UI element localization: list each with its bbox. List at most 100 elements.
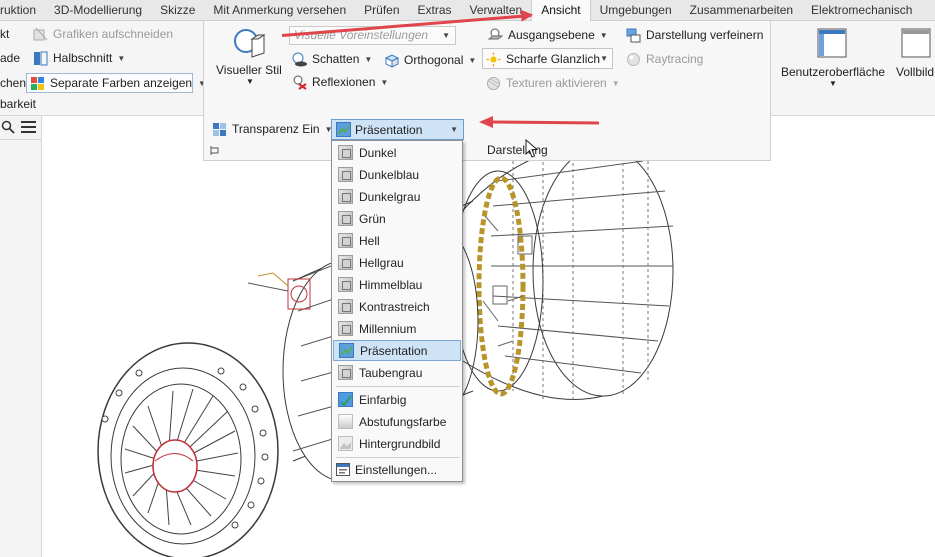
halbschnitt-label: Halbschnitt <box>53 51 113 65</box>
dropdown-item-abstufungsfarbe[interactable]: Abstufungsfarbe <box>333 411 461 432</box>
ribbon-item-ade[interactable]: ade <box>0 48 20 68</box>
dropdown-item-einfarbig[interactable]: Einfarbig <box>333 389 461 410</box>
dropdown-item-label: Abstufungsfarbe <box>359 414 447 429</box>
vollbild-button[interactable]: Vollbild <box>893 24 935 104</box>
tab-pruefen[interactable]: Prüfen <box>355 0 408 21</box>
benutzeroberflaeche-button[interactable]: Benutzeroberfläche ▼ <box>781 24 885 104</box>
tab-anmerkung[interactable]: Mit Anmerkung versehen <box>204 0 355 21</box>
dropdown-item-label: Dunkelblau <box>359 167 420 182</box>
orthogonal-label: Orthogonal <box>404 53 464 67</box>
vollbild-label: Vollbild <box>896 65 935 79</box>
ribbon-item-chen[interactable]: chen <box>0 73 26 93</box>
dropdown-item-label: Dunkelgrau <box>359 189 421 204</box>
dropdown-separator <box>336 457 460 458</box>
appearance-preset-icon <box>339 343 354 358</box>
dropdown-item-label: Einstellungen... <box>355 462 438 477</box>
chevron-down-icon: ▼ <box>611 78 620 88</box>
fullscreen-icon <box>901 28 931 58</box>
model-browser-strip <box>0 116 42 557</box>
visueller-stil-label: Visueller Stil <box>216 63 282 77</box>
ribbon-item-chen-label: chen <box>0 76 27 90</box>
appearance-swatch-icon <box>338 167 353 182</box>
menu-icon[interactable] <box>21 121 36 133</box>
tab-extras[interactable]: Extras <box>409 0 461 21</box>
separate-farben-button[interactable]: Separate Farben anzeigen <box>30 73 192 93</box>
dropdown-separator <box>336 386 460 387</box>
dropdown-item-einstellungen[interactable]: Einstellungen... <box>333 459 461 480</box>
refine-display-icon <box>626 28 641 43</box>
appearance-swatch-icon <box>338 189 353 204</box>
appearance-swatch-icon <box>338 365 353 380</box>
user-interface-icon <box>817 28 847 58</box>
visueller-stil-button[interactable]: Visueller Stil ▼ <box>212 25 284 95</box>
dropdown-item-label: Hintergrundbild <box>359 436 441 451</box>
transparenz-button[interactable]: Transparenz Ein ▼ <box>212 119 333 139</box>
dropdown-item-himmelblau[interactable]: Himmelblau <box>333 274 461 295</box>
raytracing-button[interactable]: Raytracing <box>626 49 703 69</box>
halbschnitt-button[interactable]: Halbschnitt ▼ <box>33 48 125 68</box>
dropdown-item-label: Grün <box>359 211 386 226</box>
texturen-aktivieren-button[interactable]: Texturen aktivieren ▼ <box>486 73 620 93</box>
dropdown-item-label: Präsentation <box>360 343 428 358</box>
chevron-down-icon: ▼ <box>600 54 608 63</box>
appearance-swatch-icon <box>338 211 353 226</box>
orthogonal-button[interactable]: Orthogonal ▼ <box>384 50 476 70</box>
tab-3d-modellierung[interactable]: 3D-Modellierung <box>45 0 151 21</box>
grafiken-aufschneiden-label: Grafiken aufschneiden <box>53 27 174 41</box>
tab-konstruktion[interactable]: ruktion <box>0 0 45 21</box>
dropdown-item-gruen[interactable]: Grün <box>333 208 461 229</box>
grafiken-aufschneiden-button[interactable]: Grafiken aufschneiden <box>33 24 173 44</box>
appearance-swatch-icon <box>338 233 353 248</box>
dropdown-item-taubengrau[interactable]: Taubengrau <box>333 362 461 383</box>
dropdown-item-dunkelblau[interactable]: Dunkelblau <box>333 164 461 185</box>
pin-icon[interactable] <box>210 145 221 156</box>
search-icon[interactable] <box>1 120 15 134</box>
chevron-down-icon: ▼ <box>829 79 837 88</box>
ground-plane-icon <box>488 28 503 43</box>
tab-ansicht[interactable]: Ansicht <box>531 0 591 22</box>
graphics-viewport[interactable] <box>43 161 935 557</box>
darstellung-verfeinern-button[interactable]: Darstellung verfeinern <box>626 25 763 45</box>
tab-zusammenarbeiten[interactable]: Zusammenarbeiten <box>681 0 802 21</box>
dropdown-item-dunkelgrau[interactable]: Dunkelgrau <box>333 186 461 207</box>
dropdown-item-kontrastreich[interactable]: Kontrastreich <box>333 296 461 317</box>
dropdown-item-dunkel[interactable]: Dunkel <box>333 142 461 163</box>
dropdown-item-label: Kontrastreich <box>359 299 430 314</box>
darstellung-combo[interactable]: Präsentation ▼ <box>331 119 464 140</box>
highlight-icon <box>486 52 501 67</box>
chevron-down-icon: ▼ <box>246 77 254 86</box>
dropdown-item-label: Hellgrau <box>359 255 404 270</box>
darstellung-combo-value: Präsentation <box>355 122 423 137</box>
group-label-sichtbarkeit: barkeit <box>0 97 37 111</box>
benutzeroberflaeche-label: Benutzeroberfläche <box>781 65 886 79</box>
annotation-arrow-to-combo <box>479 116 599 128</box>
dropdown-item-millennium[interactable]: Millennium <box>333 318 461 339</box>
background-image-icon <box>338 436 353 451</box>
reflection-icon <box>292 75 307 90</box>
dropdown-item-label: Dunkel <box>359 145 397 160</box>
tab-umgebungen[interactable]: Umgebungen <box>591 0 681 21</box>
reflexionen-button[interactable]: Reflexionen ▼ <box>292 72 388 92</box>
scharfe-glanzlicht-combo[interactable]: Scharfe Glanzlich ▼ <box>482 48 613 69</box>
appearance-swatch-icon <box>338 145 353 160</box>
texture-icon <box>486 76 501 91</box>
separate-colors-icon <box>30 76 45 91</box>
ribbon-item-kt[interactable]: kt <box>0 24 9 44</box>
ribbon-tab-bar: ruktion 3D-Modellierung Skizze Mit Anmer… <box>0 0 935 22</box>
texturen-label: Texturen aktivieren <box>506 76 607 90</box>
tab-skizze[interactable]: Skizze <box>151 0 204 21</box>
schatten-button[interactable]: Schatten ▼ <box>292 49 372 69</box>
ausgangsebene-label: Ausgangsebene <box>508 28 595 42</box>
dropdown-item-praesentation[interactable]: Präsentation <box>333 340 461 361</box>
separate-farben-label: Separate Farben anzeigen <box>50 76 193 90</box>
chevron-down-icon: ▼ <box>599 30 608 40</box>
gradient-background-icon <box>338 414 353 429</box>
raytracing-label: Raytracing <box>646 52 704 66</box>
ausgangsebene-button[interactable]: Ausgangsebene ▼ <box>488 25 608 45</box>
tab-elektromechanisch[interactable]: Elektromechanisch <box>802 0 921 21</box>
schatten-label: Schatten <box>312 52 360 66</box>
ribbon-item-ade-label: ade <box>0 51 21 65</box>
dropdown-item-hell[interactable]: Hell <box>333 230 461 251</box>
dropdown-item-hellgrau[interactable]: Hellgrau <box>333 252 461 273</box>
dropdown-item-hintergrundbild[interactable]: Hintergrundbild <box>333 433 461 454</box>
